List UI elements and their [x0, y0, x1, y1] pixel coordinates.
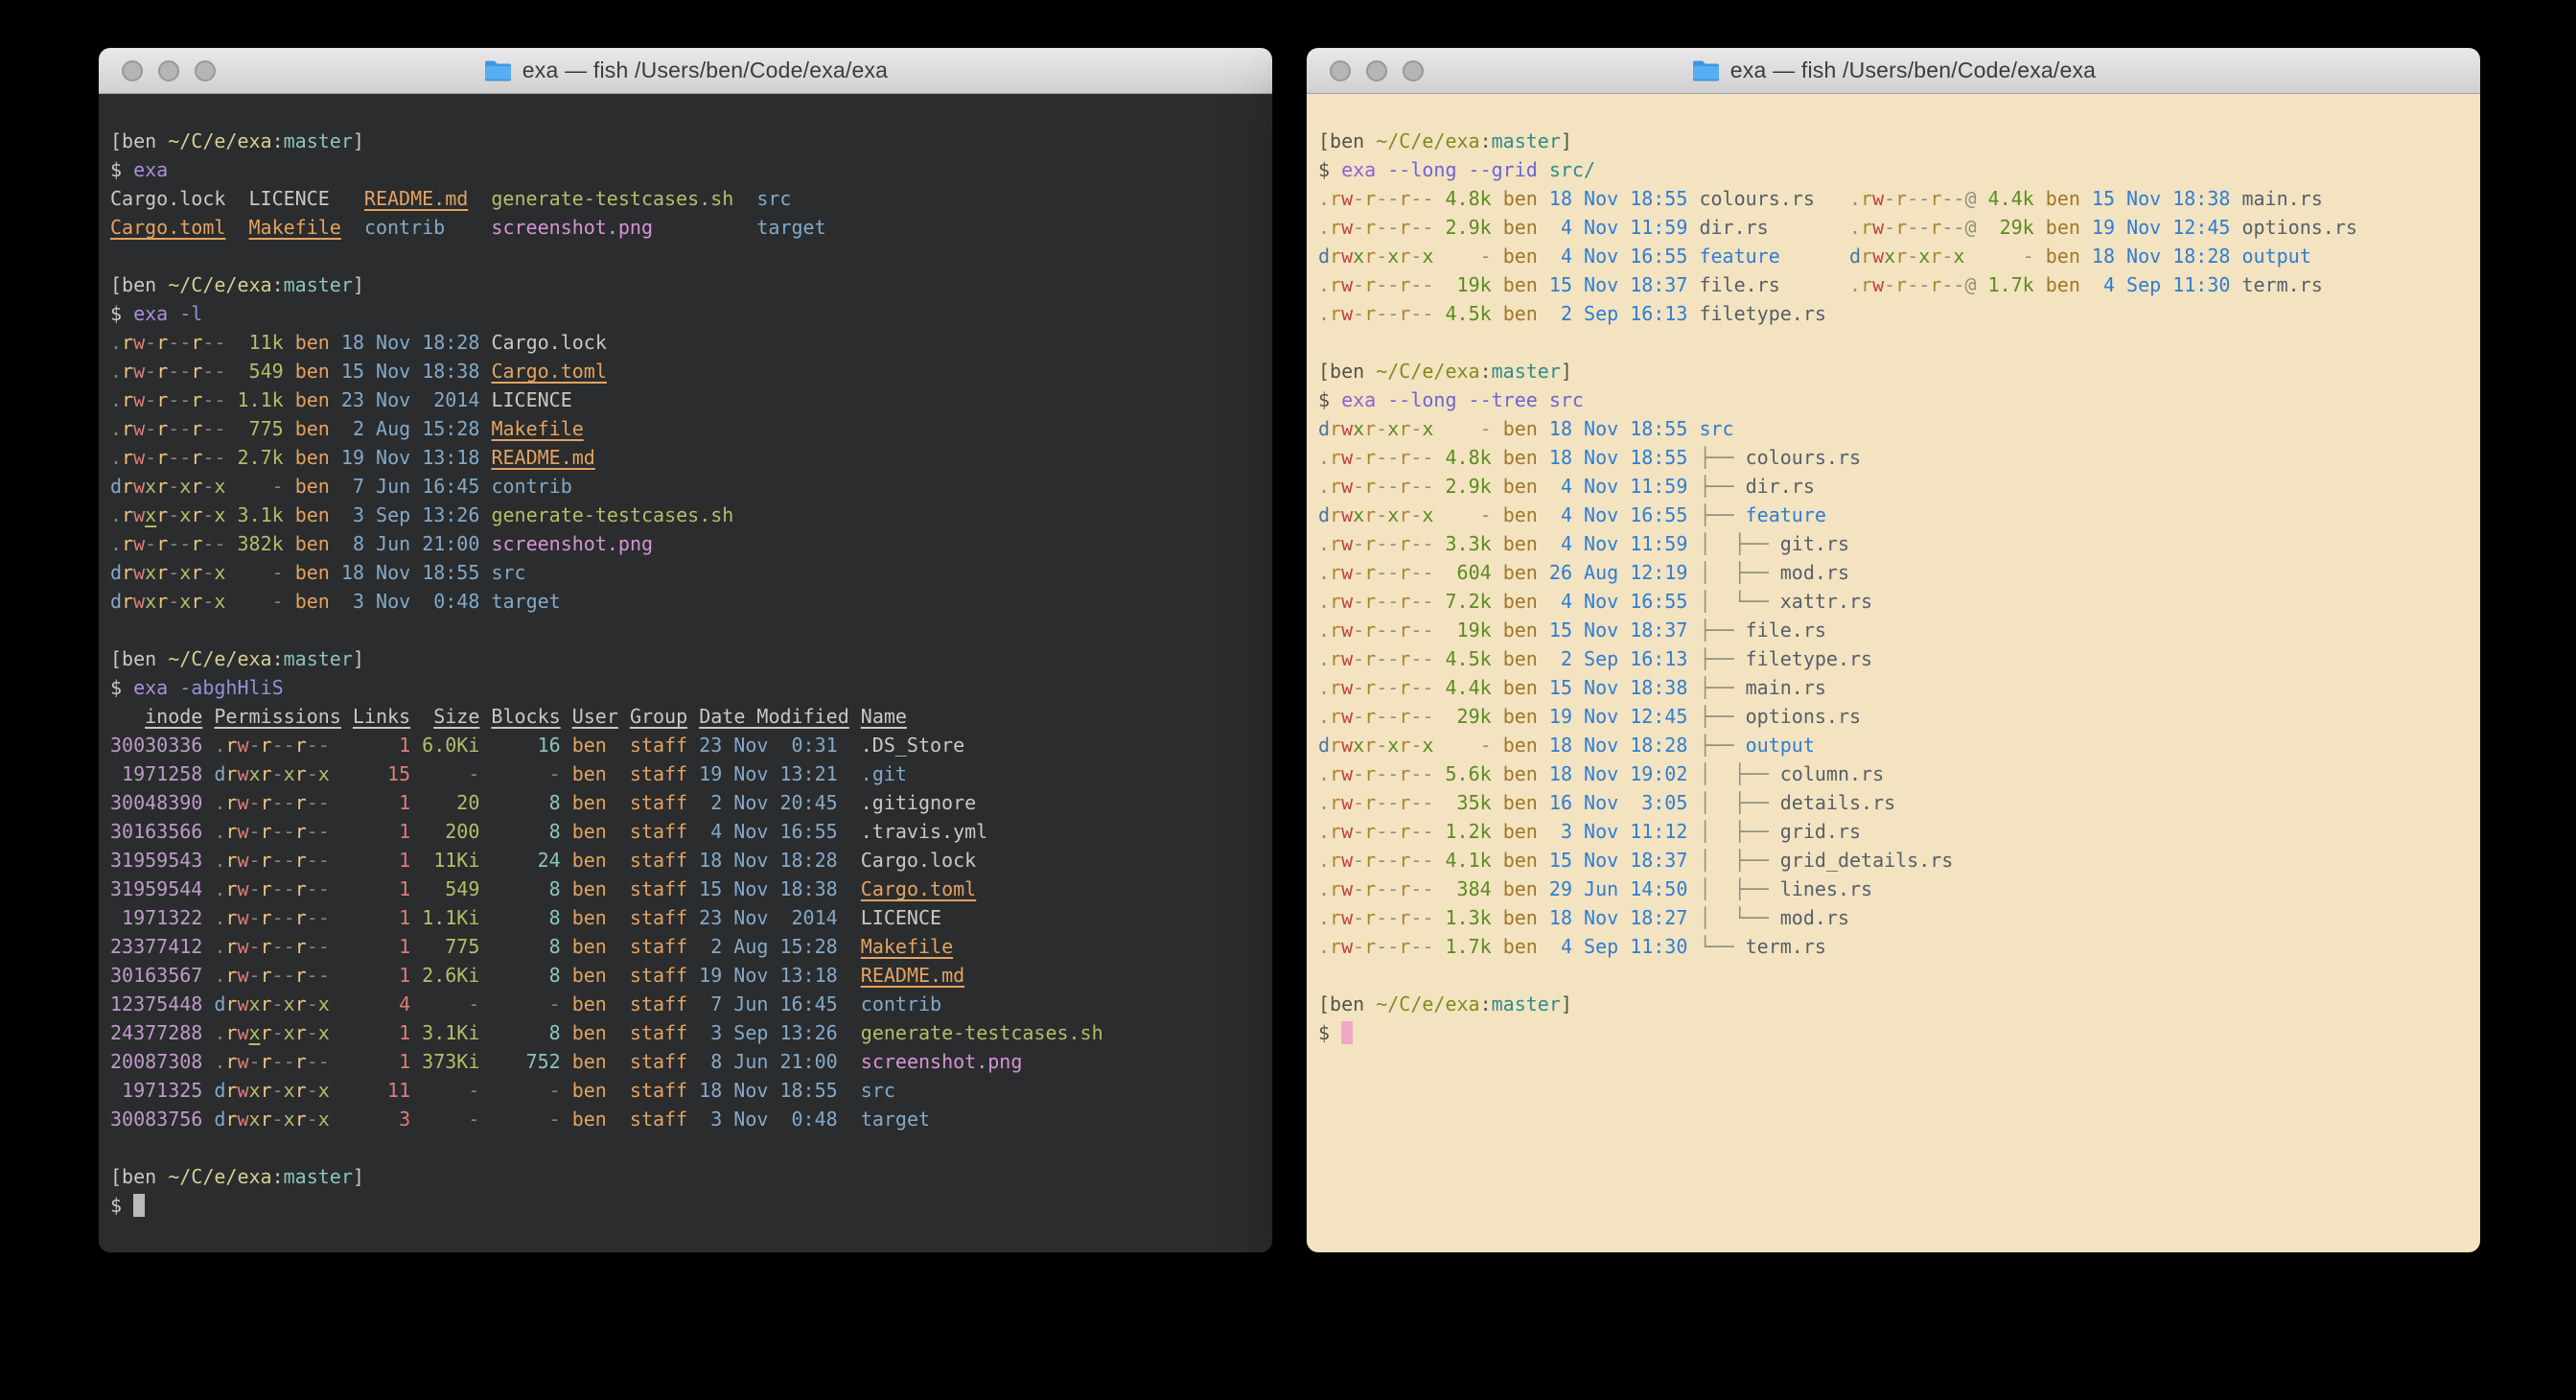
folder-icon [483, 58, 513, 83]
terminal-line: 31959543 .rw-r--r-- 1 11Ki 24 ben staff … [110, 846, 1265, 875]
terminal-line [110, 616, 1265, 644]
terminal-line: .rw-r--r-- 1.1k ben 23 Nov 2014 LICENCE [110, 385, 1265, 414]
terminal-line: $ exa --long --grid src/ [1318, 155, 2472, 184]
window-controls-right [1330, 48, 1424, 93]
terminal-line: .rw-r--r-- 1.7k ben 4 Sep 11:30 └── term… [1318, 932, 2472, 961]
terminal-line [110, 242, 1265, 270]
close-button[interactable] [122, 60, 143, 82]
zoom-button[interactable] [195, 60, 216, 82]
terminal-line: $ [110, 1191, 1265, 1220]
terminal-line: .rw-r--r-- 1.2k ben 3 Nov 11:12 │ ├── gr… [1318, 817, 2472, 846]
terminal-window-right: exa — fish /Users/ben/Code/exa/exa [ben … [1307, 48, 2480, 1252]
terminal-line: [ben ~/C/e/exa:master] [110, 127, 1265, 155]
terminal-line: .rw-r--r-- 3.3k ben 4 Nov 11:59 │ ├── gi… [1318, 529, 2472, 558]
terminal-line: Cargo.toml Makefile contrib screenshot.p… [110, 213, 1265, 242]
desktop: { "window_title": "exa — fish /Users/ben… [0, 0, 2576, 1400]
window-title: exa — fish /Users/ben/Code/exa/exa [1730, 58, 2096, 83]
terminal-line: .rw-r--r-- 7.2k ben 4 Nov 16:55 │ └── xa… [1318, 587, 2472, 616]
text-cursor [1341, 1021, 1353, 1044]
terminal-line: $ exa -l [110, 299, 1265, 328]
terminal-line: [ben ~/C/e/exa:master] [1318, 990, 2472, 1018]
terminal-line: .rw-r--r-- 2.9k ben 4 Nov 11:59 ├── dir.… [1318, 472, 2472, 501]
terminal-line: $ exa --long --tree src [1318, 385, 2472, 414]
terminal-line: .rw-r--r-- 4.4k ben 15 Nov 18:38 ├── mai… [1318, 673, 2472, 702]
folder-icon [1691, 58, 1721, 83]
terminal-window-left: exa — fish /Users/ben/Code/exa/exa [ben … [99, 48, 1272, 1252]
window-title-group: exa — fish /Users/ben/Code/exa/exa [483, 58, 888, 83]
terminal-line: .rw-r--r-- 4.8k ben 18 Nov 18:55 ├── col… [1318, 443, 2472, 472]
terminal-line: [ben ~/C/e/exa:master] [1318, 127, 2472, 155]
window-title-group: exa — fish /Users/ben/Code/exa/exa [1691, 58, 2096, 83]
terminal-line: $ exa -abghHliS [110, 673, 1265, 702]
terminal-line: drwxr-xr-x - ben 4 Nov 16:55 feature drw… [1318, 242, 2472, 270]
terminal-line: inode Permissions Links Size Blocks User… [110, 702, 1265, 731]
terminal-line: $ exa [110, 155, 1265, 184]
terminal-line [110, 1133, 1265, 1162]
terminal-line: .rw-r--r-- 4.5k ben 2 Sep 16:13 ├── file… [1318, 644, 2472, 673]
terminal-line: 23377412 .rw-r--r-- 1 775 8 ben staff 2 … [110, 932, 1265, 961]
terminal-output-left[interactable]: [ben ~/C/e/exa:master]$ exaCargo.lock LI… [99, 94, 1272, 1252]
terminal-line: .rw-r--r-- 4.5k ben 2 Sep 16:13 filetype… [1318, 299, 2472, 328]
terminal-line: 12375448 drwxr-xr-x 4 - - ben staff 7 Ju… [110, 990, 1265, 1018]
terminal-line: 30083756 drwxr-xr-x 3 - - ben staff 3 No… [110, 1105, 1265, 1133]
close-button[interactable] [1330, 60, 1351, 82]
titlebar-right[interactable]: exa — fish /Users/ben/Code/exa/exa [1307, 48, 2480, 94]
terminal-line: drwxr-xr-x - ben 4 Nov 16:55 ├── feature [1318, 501, 2472, 529]
terminal-line: [ben ~/C/e/exa:master] [110, 644, 1265, 673]
terminal-line: 1971325 drwxr-xr-x 11 - - ben staff 18 N… [110, 1076, 1265, 1105]
terminal-line: .rw-r--r-- 382k ben 8 Jun 21:00 screensh… [110, 529, 1265, 558]
terminal-line: drwxr-xr-x - ben 18 Nov 18:55 src [1318, 414, 2472, 443]
terminal-line: .rw-r--r-- 2.7k ben 19 Nov 13:18 README.… [110, 443, 1265, 472]
terminal-line: 30030336 .rw-r--r-- 1 6.0Ki 16 ben staff… [110, 731, 1265, 759]
terminal-line: 20087308 .rw-r--r-- 1 373Ki 752 ben staf… [110, 1047, 1265, 1076]
terminal-line [1318, 328, 2472, 357]
window-controls-left [122, 48, 216, 93]
zoom-button[interactable] [1403, 60, 1424, 82]
terminal-line: .rw-r--r-- 4.1k ben 15 Nov 18:37 │ ├── g… [1318, 846, 2472, 875]
terminal-line: 30163567 .rw-r--r-- 1 2.6Ki 8 ben staff … [110, 961, 1265, 990]
titlebar-left[interactable]: exa — fish /Users/ben/Code/exa/exa [99, 48, 1272, 94]
terminal-line: .rw-r--r-- 2.9k ben 4 Nov 11:59 dir.rs .… [1318, 213, 2472, 242]
terminal-line: drwxr-xr-x - ben 18 Nov 18:28 ├── output [1318, 731, 2472, 759]
terminal-line: 30163566 .rw-r--r-- 1 200 8 ben staff 4 … [110, 817, 1265, 846]
terminal-line: .rw-r--r-- 11k ben 18 Nov 18:28 Cargo.lo… [110, 328, 1265, 357]
terminal-line: .rw-r--r-- 5.6k ben 18 Nov 19:02 │ ├── c… [1318, 759, 2472, 788]
terminal-line: 31959544 .rw-r--r-- 1 549 8 ben staff 15… [110, 875, 1265, 903]
terminal-line: [ben ~/C/e/exa:master] [1318, 357, 2472, 385]
terminal-line: 1971258 drwxr-xr-x 15 - - ben staff 19 N… [110, 759, 1265, 788]
terminal-line: Cargo.lock LICENCE README.md generate-te… [110, 184, 1265, 213]
terminal-line: .rw-r--r-- 604 ben 26 Aug 12:19 │ ├── mo… [1318, 558, 2472, 587]
terminal-line: $ [1318, 1018, 2472, 1047]
terminal-line: drwxr-xr-x - ben 18 Nov 18:55 src [110, 558, 1265, 587]
terminal-line: .rwxr-xr-x 3.1k ben 3 Sep 13:26 generate… [110, 501, 1265, 529]
terminal-line [1318, 961, 2472, 990]
window-title: exa — fish /Users/ben/Code/exa/exa [522, 58, 888, 83]
terminal-line: 30048390 .rw-r--r-- 1 20 8 ben staff 2 N… [110, 788, 1265, 817]
terminal-line: .rw-r--r-- 35k ben 16 Nov 3:05 │ ├── det… [1318, 788, 2472, 817]
minimize-button[interactable] [1366, 60, 1387, 82]
minimize-button[interactable] [158, 60, 179, 82]
terminal-output-right[interactable]: [ben ~/C/e/exa:master]$ exa --long --gri… [1307, 94, 2480, 1252]
terminal-line: .rw-r--r-- 775 ben 2 Aug 15:28 Makefile [110, 414, 1265, 443]
text-cursor [133, 1194, 145, 1217]
terminal-line: 24377288 .rwxr-xr-x 1 3.1Ki 8 ben staff … [110, 1018, 1265, 1047]
terminal-line: .rw-r--r-- 1.3k ben 18 Nov 18:27 │ └── m… [1318, 903, 2472, 932]
terminal-line: drwxr-xr-x - ben 7 Jun 16:45 contrib [110, 472, 1265, 501]
terminal-line: .rw-r--r-- 19k ben 15 Nov 18:37 ├── file… [1318, 616, 2472, 644]
terminal-line: .rw-r--r-- 4.8k ben 18 Nov 18:55 colours… [1318, 184, 2472, 213]
terminal-line: [ben ~/C/e/exa:master] [110, 270, 1265, 299]
terminal-line: 1971322 .rw-r--r-- 1 1.1Ki 8 ben staff 2… [110, 903, 1265, 932]
terminal-line: .rw-r--r-- 19k ben 15 Nov 18:37 file.rs … [1318, 270, 2472, 299]
terminal-line: .rw-r--r-- 29k ben 19 Nov 12:45 ├── opti… [1318, 702, 2472, 731]
terminal-line: [ben ~/C/e/exa:master] [110, 1162, 1265, 1191]
terminal-line: .rw-r--r-- 549 ben 15 Nov 18:38 Cargo.to… [110, 357, 1265, 385]
terminal-line: drwxr-xr-x - ben 3 Nov 0:48 target [110, 587, 1265, 616]
terminal-line: .rw-r--r-- 384 ben 29 Jun 14:50 │ ├── li… [1318, 875, 2472, 903]
